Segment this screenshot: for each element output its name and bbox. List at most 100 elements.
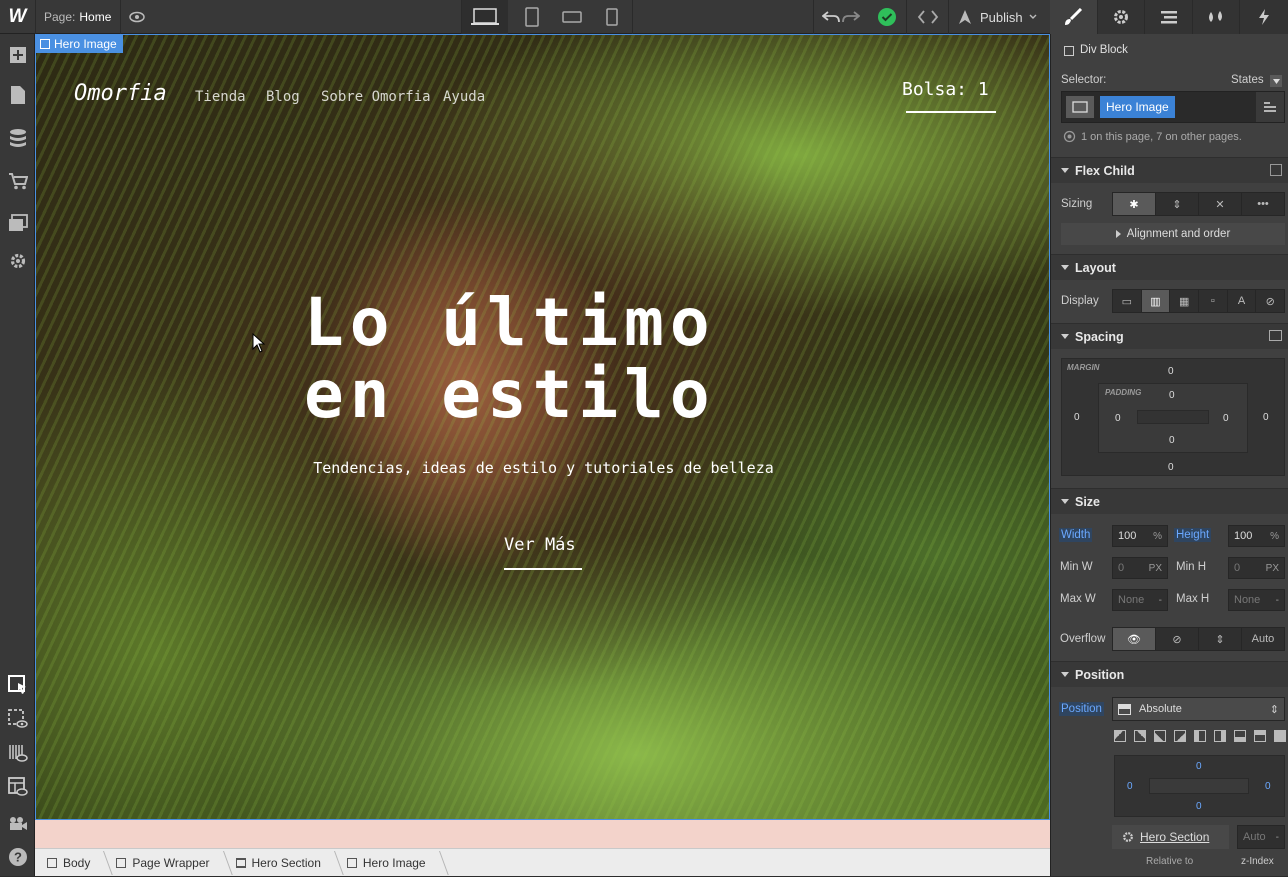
hero-image[interactable]: Hero Image Omorfia Tienda Blog Sobre Omo… — [35, 34, 1050, 820]
sizing-shrink-icon[interactable]: ✱ — [1113, 193, 1156, 215]
max-width-unit[interactable]: - — [1159, 595, 1162, 606]
min-height-unit[interactable]: PX — [1266, 563, 1279, 574]
site-brand[interactable]: Omorfia — [74, 81, 167, 106]
position-section-header[interactable]: Position — [1051, 661, 1288, 687]
offset-right-value[interactable]: 0 — [1265, 781, 1271, 792]
design-canvas[interactable]: Hero Image Omorfia Tienda Blog Sobre Omo… — [35, 34, 1050, 848]
padding-top-value[interactable]: 0 — [1169, 390, 1175, 401]
tablet-breakpoint-icon[interactable] — [514, 0, 550, 34]
preset-full-icon[interactable] — [1274, 730, 1286, 742]
navigator-tab[interactable] — [1145, 0, 1193, 34]
overflow-scroll-icon[interactable]: ⇕ — [1199, 628, 1242, 650]
breadcrumb-hero-section[interactable]: Hero Section — [224, 849, 335, 877]
publish-button[interactable]: Publish — [956, 0, 1037, 34]
select-element-icon[interactable] — [6, 673, 29, 696]
states-label[interactable]: States — [1231, 74, 1264, 86]
relative-parent-button[interactable]: Hero Section — [1112, 825, 1229, 849]
nav-link-sobre[interactable]: Sobre Omorfia — [321, 89, 431, 105]
display-control[interactable]: ▭ ▥ ▦ ▫ A ⊘ — [1112, 289, 1285, 313]
mobile-portrait-icon[interactable] — [594, 0, 630, 34]
display-inline-block-icon[interactable]: ▫ — [1199, 290, 1228, 312]
preset-bottom-left-icon[interactable] — [1154, 730, 1166, 742]
flex-child-help-icon[interactable] — [1270, 164, 1282, 176]
layout-section-header[interactable]: Layout — [1051, 254, 1288, 280]
overflow-visible-icon[interactable]: 👁 — [1113, 628, 1156, 650]
video-tutorials-icon[interactable] — [6, 811, 29, 834]
selector-menu-icon[interactable] — [1256, 92, 1284, 122]
preset-top-left-icon[interactable] — [1114, 730, 1126, 742]
min-width-unit[interactable]: PX — [1149, 563, 1162, 574]
position-select[interactable]: Absolute ⇕ — [1112, 697, 1285, 721]
max-height-unit[interactable]: - — [1276, 595, 1279, 606]
spacing-toggle-icon[interactable] — [1269, 330, 1282, 341]
swatches-tab[interactable] — [1193, 0, 1241, 34]
offset-bottom-value[interactable]: 0 — [1196, 801, 1202, 812]
alignment-order-button[interactable]: Alignment and order — [1061, 223, 1285, 245]
padding-box[interactable]: PADDING 0 0 0 0 — [1098, 383, 1248, 453]
sizing-control[interactable]: ✱ ⇕ ✕ ••• — [1112, 192, 1285, 216]
code-export-icon[interactable] — [912, 0, 944, 34]
display-block-icon[interactable]: ▭ — [1113, 290, 1142, 312]
height-field[interactable]: 100% — [1228, 525, 1285, 547]
margin-right-value[interactable]: 0 — [1263, 412, 1269, 423]
breadcrumb-hero-image[interactable]: Hero Image — [335, 849, 440, 877]
selector-field[interactable]: Hero Image — [1061, 91, 1285, 123]
preview-eye-icon[interactable] — [124, 0, 150, 34]
preset-bottom-icon[interactable] — [1234, 730, 1246, 742]
redo-icon[interactable] — [840, 0, 862, 34]
overflow-hidden-icon[interactable]: ⊘ — [1156, 628, 1199, 650]
selector-chip[interactable]: Hero Image — [1100, 96, 1175, 118]
width-field[interactable]: 100% — [1112, 525, 1168, 547]
nav-link-blog[interactable]: Blog — [266, 89, 300, 105]
pages-icon[interactable] — [6, 83, 29, 106]
webflow-logo[interactable]: W — [0, 0, 35, 34]
sizing-grow-icon[interactable]: ⇕ — [1156, 193, 1199, 215]
cms-database-icon[interactable] — [6, 126, 29, 149]
sizing-none-icon[interactable]: ✕ — [1199, 193, 1242, 215]
breadcrumb-body[interactable]: Body — [35, 849, 104, 877]
padding-right-value[interactable]: 0 — [1223, 413, 1229, 424]
selected-element-tag[interactable]: Hero Image — [36, 35, 123, 53]
display-inline-icon[interactable]: A — [1228, 290, 1257, 312]
xray-mode-icon[interactable] — [6, 741, 29, 764]
preset-bottom-right-icon[interactable] — [1174, 730, 1186, 742]
cart-bag-link[interactable]: Bolsa: 1 — [902, 79, 989, 100]
undo-icon[interactable] — [820, 0, 842, 34]
ver-mas-button[interactable]: Ver Más — [504, 535, 576, 555]
max-width-field[interactable]: None - — [1112, 589, 1168, 611]
add-panel-icon[interactable] — [6, 43, 29, 66]
nav-link-ayuda[interactable]: Ayuda — [443, 89, 485, 105]
margin-left-value[interactable]: 0 — [1074, 412, 1080, 423]
style-brush-tab[interactable] — [1050, 0, 1098, 34]
settings-gear-icon[interactable] — [6, 249, 29, 272]
status-check-icon[interactable] — [874, 0, 900, 34]
help-icon[interactable]: ? — [6, 845, 29, 868]
preset-top-right-icon[interactable] — [1134, 730, 1146, 742]
height-unit[interactable]: % — [1270, 531, 1279, 542]
size-section-header[interactable]: Size — [1051, 488, 1288, 514]
ecommerce-cart-icon[interactable] — [6, 169, 29, 192]
min-height-field[interactable]: 0 PX — [1228, 557, 1285, 579]
padding-bottom-value[interactable]: 0 — [1169, 435, 1175, 446]
spacing-section-header[interactable]: Spacing — [1051, 323, 1288, 349]
margin-bottom-value[interactable]: 0 — [1168, 462, 1174, 473]
preset-left-icon[interactable] — [1194, 730, 1206, 742]
display-flex-icon[interactable]: ▥ — [1141, 290, 1171, 312]
sizing-more-icon[interactable]: ••• — [1242, 193, 1284, 215]
padding-left-value[interactable]: 0 — [1115, 413, 1121, 424]
display-none-icon[interactable]: ⊘ — [1256, 290, 1284, 312]
page-selector[interactable]: Page: Home — [44, 0, 111, 34]
show-outlines-icon[interactable] — [6, 707, 29, 730]
preset-top-icon[interactable] — [1254, 730, 1266, 742]
position-offsets-box[interactable]: 0 0 0 0 — [1114, 755, 1285, 817]
width-unit[interactable]: % — [1153, 531, 1162, 542]
margin-top-value[interactable]: 0 — [1168, 366, 1174, 377]
offset-top-value[interactable]: 0 — [1196, 761, 1202, 772]
settings-tab[interactable] — [1098, 0, 1146, 34]
z-index-field[interactable]: Auto - — [1237, 825, 1285, 849]
overflow-control[interactable]: 👁 ⊘ ⇕ Auto — [1112, 627, 1285, 651]
min-width-field[interactable]: 0 PX — [1112, 557, 1168, 579]
desktop-breakpoint-icon[interactable] — [462, 0, 508, 34]
states-dropdown-icon[interactable] — [1270, 75, 1282, 87]
flex-child-section-header[interactable]: Flex Child — [1051, 157, 1288, 183]
